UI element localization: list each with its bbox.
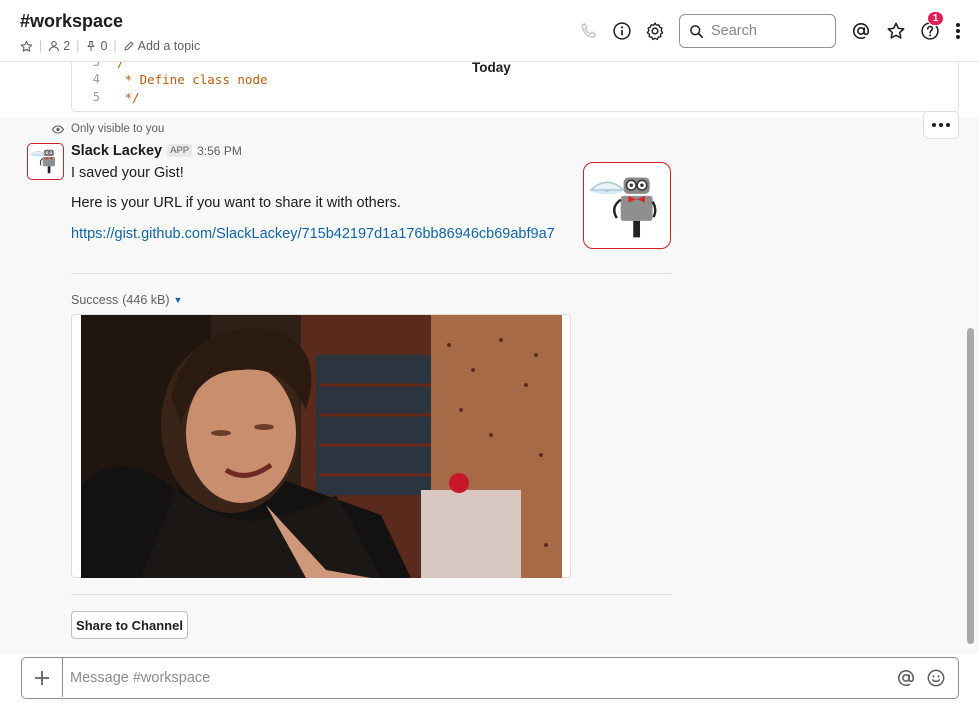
info-icon — [613, 22, 631, 40]
message-text: Here is your URL if you want to share it… — [71, 195, 401, 211]
notification-badge: 1 — [927, 11, 944, 26]
smiley-icon — [927, 669, 945, 687]
visibility-label: Only visible to you — [71, 123, 165, 135]
add-topic-button[interactable]: Add a topic — [123, 39, 201, 53]
code-text: / — [117, 62, 125, 70]
members-button[interactable]: 2 — [48, 39, 70, 53]
emoji-button[interactable] — [925, 667, 947, 689]
date-divider[interactable]: Today — [468, 62, 515, 75]
person-icon — [49, 40, 60, 52]
search-box[interactable] — [679, 14, 836, 48]
file-size: (446 kB) — [122, 293, 170, 307]
meta-separator: | — [76, 39, 80, 53]
visibility-note: Only visible to you — [52, 123, 164, 135]
file-name: Success — [71, 293, 119, 307]
meta-separator: | — [39, 39, 43, 53]
code-text: */ — [117, 89, 140, 105]
at-sign-icon — [852, 23, 870, 40]
divider — [71, 273, 671, 274]
robot-waiter-icon — [588, 177, 657, 238]
caret-down-icon[interactable]: ▼ — [174, 295, 183, 305]
sender-name[interactable]: Slack Lackey — [71, 143, 162, 159]
star-icon — [20, 40, 33, 52]
pinned-count: 0 — [100, 39, 108, 53]
mention-button[interactable] — [895, 667, 917, 689]
pinned-button[interactable]: 0 — [85, 39, 107, 53]
gif-photo — [81, 315, 562, 578]
code-line: 5 */ — [72, 88, 140, 106]
phone-icon — [581, 23, 596, 38]
bot-thumbnail[interactable] — [583, 162, 671, 249]
dot — [939, 123, 943, 127]
star-icon — [887, 22, 905, 39]
gear-icon — [646, 22, 664, 41]
mentions-button[interactable] — [850, 20, 872, 42]
app-tag: APP — [167, 144, 193, 157]
channel-header: #workspace | 2 | 0 | Add a topic Search … — [0, 0, 979, 62]
call-button[interactable] — [578, 20, 600, 42]
line-number: 4 — [92, 72, 100, 86]
more-actions-button[interactable] — [923, 111, 959, 139]
pencil-icon — [124, 41, 134, 51]
attach-button[interactable] — [22, 658, 63, 697]
code-line: 4 * Define class node — [72, 70, 268, 88]
message-header: Slack Lackey APP 3:56 PM — [71, 143, 242, 159]
message-composer — [21, 657, 959, 699]
gist-link[interactable]: https://gist.github.com/SlackLackey/715b… — [71, 224, 573, 245]
divider — [71, 594, 671, 595]
avatar[interactable] — [27, 143, 64, 180]
dot — [932, 123, 936, 127]
message-timestamp[interactable]: 3:56 PM — [197, 144, 242, 158]
file-info: Success (446 kB) ▼ — [71, 293, 182, 307]
eye-icon — [52, 124, 64, 134]
more-menu-button[interactable] — [947, 20, 969, 42]
starred-items-button[interactable] — [885, 20, 907, 42]
robot-waiter-icon — [30, 149, 56, 174]
member-count: 2 — [63, 39, 71, 53]
channel-title[interactable]: #workspace — [20, 11, 123, 32]
channel-meta: | 2 | 0 | Add a topic — [20, 38, 200, 54]
gif-attachment[interactable] — [71, 314, 571, 578]
pin-icon — [87, 41, 95, 51]
channel-settings-button[interactable] — [644, 20, 666, 42]
line-number: 3 — [92, 62, 100, 69]
channel-details-button[interactable] — [611, 20, 633, 42]
search-icon — [690, 24, 703, 38]
search-input[interactable] — [711, 23, 821, 39]
message-text: I saved your Gist! — [71, 165, 184, 181]
meta-separator: | — [113, 39, 117, 53]
plus-icon — [35, 670, 49, 685]
message-list[interactable]: 3 / 4 * Define class node 5 */ Today Onl… — [0, 62, 979, 654]
line-number: 5 — [92, 90, 100, 104]
at-sign-icon — [897, 670, 915, 687]
star-channel-button[interactable] — [20, 40, 33, 53]
gif-image[interactable] — [81, 315, 562, 578]
dot — [946, 123, 950, 127]
share-to-channel-button[interactable]: Share to Channel — [71, 611, 188, 639]
message-input[interactable] — [70, 667, 870, 689]
code-text: * Define class node — [117, 71, 268, 87]
scrollbar-thumb[interactable] — [967, 328, 974, 644]
add-topic-label: Add a topic — [137, 39, 201, 53]
code-snippet: 3 / 4 * Define class node 5 */ — [71, 62, 959, 112]
vertical-ellipsis-icon — [956, 23, 960, 39]
